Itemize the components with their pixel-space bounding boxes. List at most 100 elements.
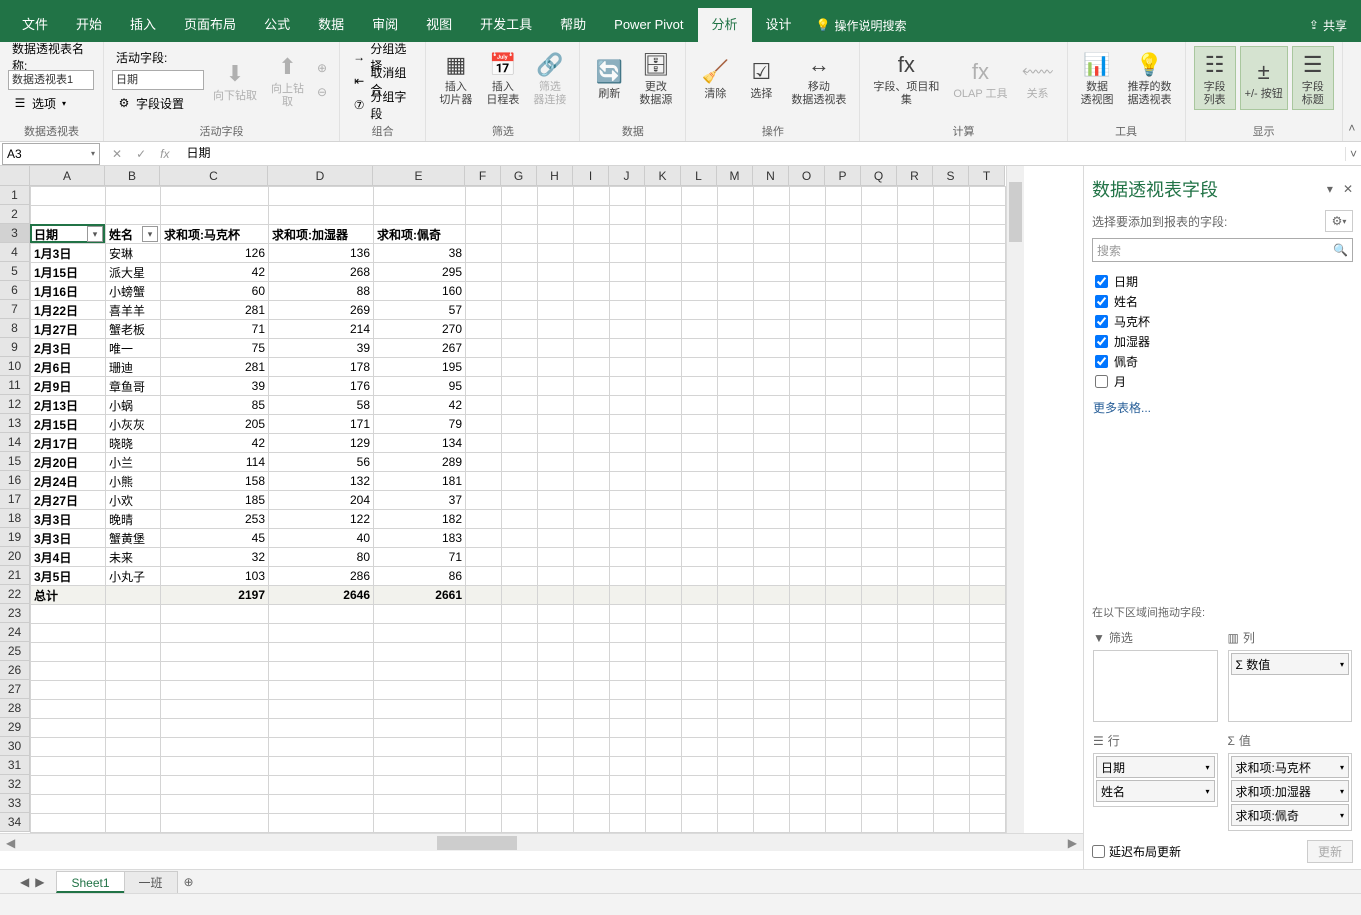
cell[interactable]: 蟹老板 — [106, 320, 161, 339]
cell[interactable]: 派大星 — [106, 263, 161, 282]
enter-formula-icon[interactable]: ✓ — [136, 147, 146, 161]
move-pivot-button[interactable]: ↔移动 数据透视表 — [786, 46, 851, 110]
tab-developer[interactable]: 开发工具 — [466, 8, 546, 42]
cell[interactable] — [754, 206, 790, 225]
cell[interactable] — [646, 681, 682, 700]
cell[interactable]: 270 — [374, 320, 466, 339]
cell[interactable] — [502, 662, 538, 681]
cell[interactable] — [574, 358, 610, 377]
cell[interactable] — [754, 225, 790, 244]
cell[interactable] — [466, 586, 502, 605]
active-field-input[interactable]: 日期 — [112, 70, 204, 90]
row-header[interactable]: 3 — [0, 224, 30, 243]
cell[interactable]: 1月16日 — [31, 282, 106, 301]
tab-page-layout[interactable]: 页面布局 — [170, 8, 250, 42]
cell[interactable] — [970, 567, 1006, 586]
area-filters[interactable]: ▼筛选 — [1092, 628, 1219, 723]
cell[interactable]: 171 — [269, 415, 374, 434]
cell[interactable] — [754, 586, 790, 605]
collapse-ribbon-button[interactable]: ˄ — [1343, 42, 1361, 141]
cell[interactable] — [682, 548, 718, 567]
cell[interactable] — [574, 776, 610, 795]
cell[interactable] — [466, 700, 502, 719]
cell[interactable] — [826, 396, 862, 415]
recommended-pivot-button[interactable]: 💡推荐的数 据透视表 — [1123, 46, 1177, 110]
defer-layout-checkbox[interactable]: 延迟布局更新 — [1092, 843, 1181, 860]
cell[interactable] — [682, 396, 718, 415]
column-header[interactable]: K — [645, 166, 681, 186]
cell[interactable] — [898, 624, 934, 643]
cell[interactable] — [970, 719, 1006, 738]
cell[interactable]: 珊迪 — [106, 358, 161, 377]
cell[interactable] — [31, 681, 106, 700]
cell[interactable] — [898, 244, 934, 263]
cell[interactable] — [538, 662, 574, 681]
cell[interactable] — [502, 548, 538, 567]
cell[interactable] — [646, 795, 682, 814]
cell[interactable] — [898, 776, 934, 795]
cell[interactable] — [790, 662, 826, 681]
clear-button[interactable]: 🧹清除 — [694, 46, 736, 110]
formula-bar-expand[interactable]: ˅ — [1345, 147, 1361, 161]
cell[interactable]: 小熊 — [106, 472, 161, 491]
cell[interactable] — [502, 320, 538, 339]
cell[interactable]: 176 — [269, 377, 374, 396]
tab-view[interactable]: 视图 — [412, 8, 466, 42]
cell[interactable] — [610, 738, 646, 757]
cell[interactable]: 281 — [161, 358, 269, 377]
column-header[interactable]: Q — [861, 166, 897, 186]
cell[interactable]: 38 — [374, 244, 466, 263]
cell[interactable] — [646, 586, 682, 605]
cell[interactable] — [502, 738, 538, 757]
cell[interactable] — [574, 567, 610, 586]
cell[interactable] — [934, 377, 970, 396]
cell[interactable] — [826, 206, 862, 225]
cell[interactable]: 2月13日 — [31, 396, 106, 415]
cell[interactable] — [898, 643, 934, 662]
cell[interactable] — [574, 738, 610, 757]
cell[interactable] — [574, 700, 610, 719]
tab-formulas[interactable]: 公式 — [250, 8, 304, 42]
cell[interactable] — [502, 681, 538, 700]
row-header[interactable]: 4 — [0, 243, 30, 262]
cell[interactable] — [970, 282, 1006, 301]
cell[interactable] — [374, 700, 466, 719]
cell[interactable] — [898, 548, 934, 567]
cell[interactable] — [826, 320, 862, 339]
cell[interactable] — [754, 605, 790, 624]
cell[interactable] — [826, 795, 862, 814]
cell[interactable] — [574, 624, 610, 643]
sheet-nav-next[interactable]: ▶ — [35, 875, 44, 889]
field-item-peppa[interactable]: 佩奇 — [1093, 351, 1352, 371]
cell[interactable] — [790, 567, 826, 586]
cell[interactable] — [898, 586, 934, 605]
cell[interactable] — [754, 301, 790, 320]
cell[interactable] — [754, 263, 790, 282]
cell[interactable] — [898, 263, 934, 282]
cell[interactable]: 小蜗 — [106, 396, 161, 415]
cell[interactable] — [269, 605, 374, 624]
cell[interactable] — [970, 491, 1006, 510]
horizontal-scrollbar[interactable]: ◀▶ — [0, 833, 1083, 851]
cell[interactable] — [269, 624, 374, 643]
cell[interactable] — [898, 472, 934, 491]
cell[interactable] — [970, 510, 1006, 529]
cell[interactable] — [574, 377, 610, 396]
cell[interactable]: 1月15日 — [31, 263, 106, 282]
row-header[interactable]: 12 — [0, 395, 30, 414]
cell[interactable] — [646, 510, 682, 529]
more-tables-link[interactable]: 更多表格... — [1093, 399, 1352, 416]
cell[interactable] — [106, 206, 161, 225]
plus-minus-button[interactable]: ±+/- 按钮 — [1240, 46, 1288, 110]
cell[interactable] — [466, 605, 502, 624]
cell[interactable] — [466, 282, 502, 301]
cell[interactable]: 181 — [374, 472, 466, 491]
cell[interactable] — [682, 738, 718, 757]
cell[interactable] — [466, 415, 502, 434]
cell[interactable] — [538, 795, 574, 814]
cell[interactable] — [754, 453, 790, 472]
cell[interactable] — [610, 244, 646, 263]
cell[interactable]: 章鱼哥 — [106, 377, 161, 396]
cell[interactable] — [574, 187, 610, 206]
cell[interactable] — [610, 719, 646, 738]
